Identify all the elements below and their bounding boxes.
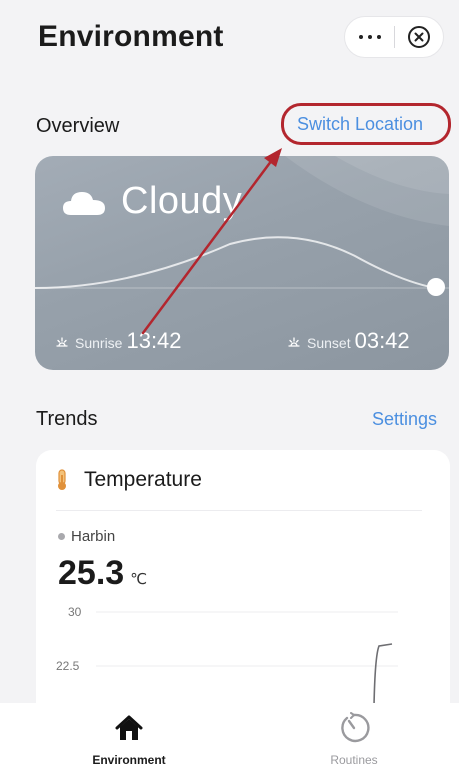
trend-card-header: Temperature [56, 468, 202, 492]
miniapp-capsule [344, 16, 444, 58]
sunrise-icon [56, 337, 68, 347]
bottom-nav: Environment Routines [0, 703, 459, 771]
nav-label-routines: Routines [330, 753, 378, 767]
temperature-readout: 25.3 ℃ [58, 554, 147, 593]
sunset-time: 03:42 [354, 328, 410, 353]
weather-condition: Cloudy [61, 180, 242, 223]
switch-location-link[interactable]: Switch Location [297, 114, 423, 135]
sunset-info: Sunset 03:42 [287, 328, 410, 354]
trend-location-name: Harbin [71, 528, 116, 545]
trend-card-divider [56, 510, 422, 511]
weather-condition-text: Cloudy [121, 180, 243, 222]
nav-icon-wrap [338, 711, 370, 745]
sunrise-label: Sunrise [75, 335, 123, 351]
thermometer-icon [58, 469, 66, 490]
sunrise-info: Sunrise 13:42 [55, 328, 182, 354]
environment-page: Environment Overview Switch Location Clo… [0, 0, 459, 771]
home-icon [115, 715, 143, 740]
temperature-value: 25.3 [58, 554, 125, 592]
nav-tab-routines[interactable]: Routines [284, 703, 424, 771]
trends-label: Trends [36, 408, 98, 430]
more-options-button[interactable] [345, 16, 394, 58]
nav-icon-wrap [114, 711, 144, 745]
close-button[interactable] [395, 16, 443, 58]
timer-icon [341, 712, 370, 743]
cloud-icon [63, 191, 105, 215]
overview-label: Overview [36, 115, 120, 137]
trend-line [373, 643, 393, 707]
trend-location: Harbin [58, 528, 115, 545]
dot-icon [367, 35, 372, 39]
sunrise-time: 13:42 [126, 328, 182, 353]
dot-icon [376, 35, 381, 39]
y-tick-label: 30 [68, 605, 82, 619]
sunset-icon [288, 337, 300, 347]
weather-card: Cloudy Sunrise 13:42 Sunset 03:42 [35, 156, 449, 370]
sun-position-marker [427, 278, 445, 296]
page-title: Environment [38, 20, 224, 53]
y-tick-label: 22.5 [56, 659, 80, 673]
temperature-unit: ℃ [130, 571, 148, 588]
legend-dot-icon [58, 533, 65, 540]
settings-link[interactable]: Settings [372, 409, 437, 430]
trend-card-title: Temperature [84, 468, 202, 491]
dot-icon [358, 35, 363, 39]
sunset-label: Sunset [307, 335, 351, 351]
nav-tab-environment[interactable]: Environment [59, 703, 199, 771]
close-circle-icon [407, 26, 430, 48]
nav-label-environment: Environment [92, 753, 166, 767]
